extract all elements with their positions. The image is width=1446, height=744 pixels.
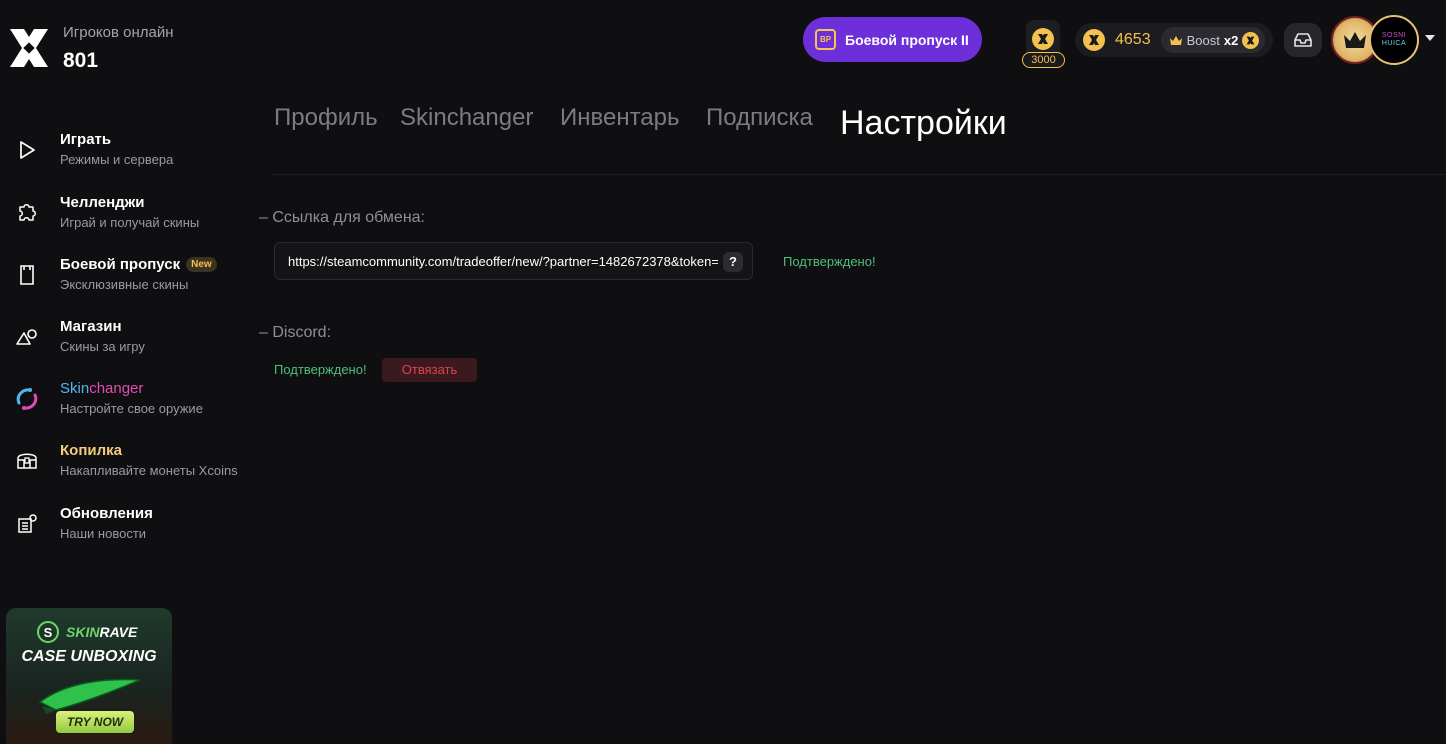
app-root: Игроков онлайн 801 BP Боевой пропуск II … bbox=[0, 0, 1446, 744]
sidebar-item-skinchanger[interactable]: Skinchanger Настройте свое оружие bbox=[0, 380, 250, 430]
balance-pill[interactable]: 4653 Boost x2 bbox=[1075, 23, 1273, 57]
svg-text:S: S bbox=[44, 625, 53, 640]
sidebar-item-title: Челленджи bbox=[60, 194, 145, 211]
skinrave-logo-icon: S bbox=[37, 621, 59, 643]
sidebar-item-title: Копилка bbox=[60, 442, 122, 459]
xcoin-icon bbox=[1242, 31, 1260, 49]
sidebar-item-battlepass[interactable]: Боевой пропуск New Эксклюзивные скины bbox=[0, 256, 250, 306]
shapes-icon bbox=[14, 324, 40, 350]
sidebar-item-subtitle: Скины за игру bbox=[60, 339, 145, 354]
sidebar-item-title-part1: Skin bbox=[60, 380, 90, 397]
sidebar-item-title: Skinchanger bbox=[60, 380, 143, 397]
discord-label: – Discord: bbox=[259, 324, 332, 341]
boost-label: Boost bbox=[1186, 32, 1220, 48]
promo-brand-part2: RAVE bbox=[99, 624, 138, 640]
online-players-label: Игроков онлайн bbox=[63, 24, 174, 41]
chevron-down-icon[interactable] bbox=[1425, 35, 1435, 41]
reward-chip[interactable]: 3000 bbox=[1022, 20, 1065, 70]
promo-try-now-button[interactable]: TRY NOW bbox=[56, 711, 134, 733]
xcoin-icon bbox=[1032, 28, 1054, 50]
xcoin-icon bbox=[1083, 29, 1105, 51]
avatar-text-line2: HUICA bbox=[1381, 40, 1407, 47]
tabs-divider bbox=[272, 174, 1446, 175]
trade-link-value: https://steamcommunity.com/tradeoffer/ne… bbox=[288, 253, 718, 269]
skinchanger-icon bbox=[14, 386, 40, 412]
sidebar-item-title: Обновления bbox=[60, 505, 153, 522]
sidebar-item-piggybank[interactable]: Копилка Накапливайте монеты Xcoins bbox=[0, 442, 250, 492]
tab-subscription[interactable]: Подписка bbox=[706, 104, 813, 132]
sidebar-item-subtitle: Накапливайте монеты Xcoins bbox=[60, 463, 238, 478]
sidebar-item-play[interactable]: Играть Режимы и сервера bbox=[0, 131, 250, 181]
chest-icon bbox=[14, 448, 40, 474]
sidebar-item-subtitle: Играй и получай скины bbox=[60, 215, 200, 230]
tab-inventory[interactable]: Инвентарь bbox=[560, 104, 680, 132]
tab-settings[interactable]: Настройки bbox=[840, 104, 1007, 143]
sidebar-item-subtitle: Настройте свое оружие bbox=[60, 401, 203, 416]
crown-icon bbox=[1344, 32, 1366, 48]
avatar-text-line1: SOSNI bbox=[1381, 32, 1407, 39]
news-icon bbox=[14, 511, 40, 537]
battlepass-button-label: Боевой пропуск II bbox=[845, 31, 969, 48]
puzzle-icon bbox=[14, 200, 40, 226]
play-icon bbox=[14, 137, 40, 163]
sidebar-item-title: Боевой пропуск New bbox=[60, 256, 217, 273]
sidebar-item-subtitle: Наши новости bbox=[60, 526, 147, 541]
battlepass-icon bbox=[14, 262, 40, 288]
new-badge: New bbox=[186, 257, 217, 272]
trade-link-status: Подтверждено! bbox=[783, 254, 876, 269]
battlepass-badge-icon: BP bbox=[815, 29, 836, 50]
promo-headline: CASE UNBOXING bbox=[21, 648, 157, 665]
sidebar-item-title-part2: changer bbox=[89, 380, 144, 397]
battlepass-button[interactable]: BP Боевой пропуск II bbox=[803, 17, 982, 62]
tab-skinchanger[interactable]: Skinchanger bbox=[400, 104, 533, 132]
logo-x-icon[interactable] bbox=[8, 27, 50, 69]
promo-banner[interactable]: S SKINRAVE CASE UNBOXING TRY NOW bbox=[6, 608, 172, 744]
user-avatar[interactable]: SOSNI HUICA bbox=[1369, 15, 1419, 65]
knife-image bbox=[38, 678, 141, 714]
crown-icon bbox=[1169, 35, 1182, 45]
sidebar-item-subtitle: Режимы и сервера bbox=[60, 152, 174, 167]
boost-multiplier: x2 bbox=[1223, 32, 1239, 48]
promo-brand-part1: SKIN bbox=[66, 624, 100, 640]
sidebar-item-shop[interactable]: Магазин Скины за игру bbox=[0, 318, 250, 368]
online-players-count: 801 bbox=[63, 49, 99, 72]
reward-amount: 3000 bbox=[1022, 52, 1065, 68]
tab-profile[interactable]: Профиль bbox=[274, 104, 378, 132]
sidebar-item-title: Магазин bbox=[60, 318, 122, 335]
promo-brand: S SKINRAVE bbox=[36, 620, 137, 644]
trade-link-input[interactable]: https://steamcommunity.com/tradeoffer/ne… bbox=[274, 242, 753, 280]
boost-badge[interactable]: Boost x2 bbox=[1160, 27, 1266, 53]
discord-unlink-button[interactable]: Отвязать bbox=[382, 358, 477, 382]
sidebar-item-title-text: Боевой пропуск bbox=[60, 256, 181, 273]
inbox-icon bbox=[1294, 33, 1312, 47]
inbox-button[interactable] bbox=[1284, 23, 1322, 57]
sidebar-item-challenges[interactable]: Челленджи Играй и получай скины bbox=[0, 194, 250, 244]
balance-amount: 4653 bbox=[1115, 31, 1151, 48]
sidebar-item-subtitle: Эксклюзивные скины bbox=[60, 277, 189, 292]
sidebar-item-updates[interactable]: Обновления Наши новости bbox=[0, 505, 250, 555]
help-icon[interactable]: ? bbox=[723, 252, 743, 272]
discord-status: Подтверждено! bbox=[274, 362, 367, 377]
trade-link-label: – Ссылка для обмена: bbox=[259, 209, 425, 226]
sidebar-item-title: Играть bbox=[60, 131, 112, 148]
